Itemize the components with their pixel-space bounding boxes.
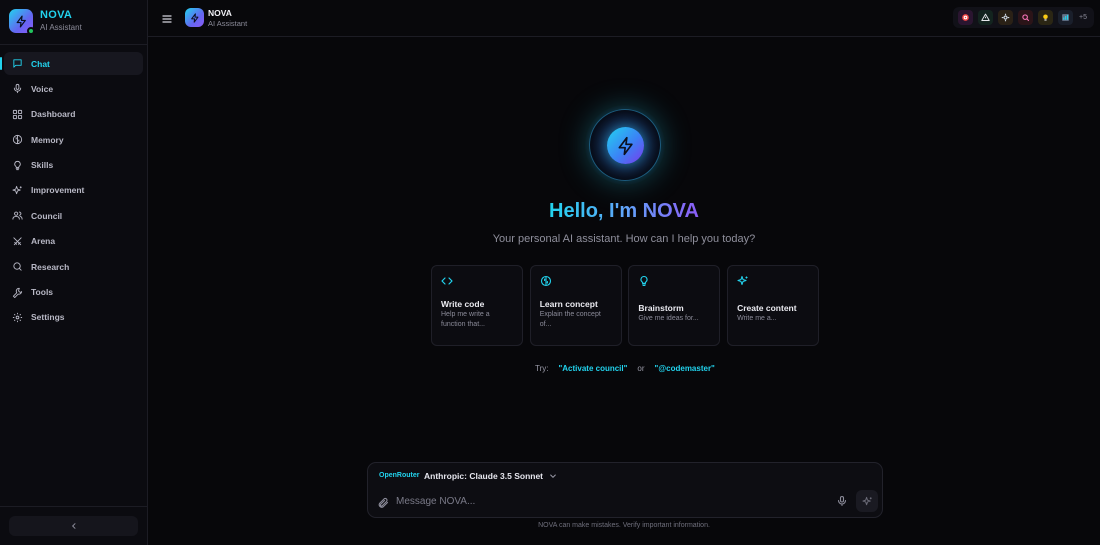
sidebar-item-research[interactable]: Research xyxy=(4,255,143,278)
target-icon[interactable] xyxy=(958,10,974,25)
sidebar-item-label: Council xyxy=(31,210,63,221)
brand[interactable]: NOVA AI Assistant xyxy=(9,9,82,35)
active-agents-bar[interactable]: +5 xyxy=(953,7,1094,28)
sidebar-item-label: Dashboard xyxy=(31,109,76,120)
chart-icon[interactable] xyxy=(1058,10,1074,25)
sidebar-item-label: Skills xyxy=(31,160,54,171)
paperclip-icon xyxy=(378,497,389,508)
greeting-tagline: Your personal AI assistant. How can I he… xyxy=(492,233,756,245)
card-title: Brainstorm xyxy=(638,303,684,313)
search-icon xyxy=(13,262,22,271)
mic-icon xyxy=(837,495,847,507)
suggestion-card-brainstorm[interactable]: Brainstorm Give me ideas for... xyxy=(628,265,721,346)
sidebar-item-settings[interactable]: Settings xyxy=(4,306,143,329)
code-icon xyxy=(441,277,453,285)
try-label: Try: xyxy=(535,364,549,373)
suggestion-card-learn-concept[interactable]: Learn concept Explain the concept of... xyxy=(529,265,622,346)
sidebar-item-label: Chat xyxy=(31,58,50,69)
nova-logo-icon xyxy=(185,8,204,27)
card-description: Give me ideas for... xyxy=(638,315,699,322)
sidebar-item-label: Arena xyxy=(31,236,56,247)
sidebar-item-memory[interactable]: Memory xyxy=(4,128,143,151)
users-icon xyxy=(12,211,23,220)
sidebar-item-tools[interactable]: Tools xyxy=(4,281,143,304)
model-selector[interactable]: Anthropic: Claude 3.5 Sonnet xyxy=(424,471,557,481)
chevron-left-icon xyxy=(71,523,75,529)
sidebar-item-arena[interactable]: Arena xyxy=(4,230,143,253)
swords-icon xyxy=(13,237,22,245)
voice-input-button[interactable] xyxy=(836,494,849,507)
search-icon[interactable] xyxy=(1018,10,1034,25)
brain-icon xyxy=(12,135,23,145)
wrench-icon xyxy=(12,287,23,298)
card-title: Write code xyxy=(441,299,485,309)
disclaimer-text: NOVA can make mistakes. Verify important… xyxy=(538,522,710,529)
message-input[interactable] xyxy=(396,492,826,510)
sidebar-item-label: Improvement xyxy=(31,185,85,196)
attach-button[interactable] xyxy=(377,496,389,508)
sparkles-icon xyxy=(12,185,22,195)
online-status-dot xyxy=(27,27,35,35)
sidebar-item-label: Settings xyxy=(31,312,65,323)
sidebar-item-council[interactable]: Council xyxy=(4,204,143,227)
sidebar-item-label: Memory xyxy=(31,134,64,145)
card-title: Learn concept xyxy=(539,299,598,309)
sidebar-item-improvement[interactable]: Improvement xyxy=(4,179,143,202)
gear-icon xyxy=(12,312,23,322)
provider-badge: OpenRouter xyxy=(379,472,420,479)
brain-icon xyxy=(540,275,551,287)
grid-icon xyxy=(12,109,23,119)
chat-main: Hello, I'm NOVA Your personal AI assista… xyxy=(148,38,1100,545)
chevron-down-icon xyxy=(550,474,556,479)
gear-icon[interactable] xyxy=(998,10,1014,25)
header-title: NOVA xyxy=(208,8,232,18)
brand-subtitle: AI Assistant xyxy=(40,23,82,32)
sidebar-item-label: Voice xyxy=(31,83,54,94)
top-header: NOVA AI Assistant +5 xyxy=(148,0,1100,37)
lightbulb-icon xyxy=(640,275,648,287)
sidebar-nav: Chat Voice Dashboard Memory Skills Impro… xyxy=(0,52,143,331)
try-suggestions: Try: "Activate council" or "@codemaster" xyxy=(535,364,715,373)
sparkles-icon xyxy=(861,496,872,505)
try-or-label: or xyxy=(637,364,645,373)
sidebar-item-voice[interactable]: Voice xyxy=(4,77,143,100)
divider xyxy=(0,506,147,507)
mic-icon xyxy=(13,84,22,94)
try-chip-activate-council[interactable]: "Activate council" xyxy=(558,364,627,373)
message-composer: OpenRouter Anthropic: Claude 3.5 Sonnet xyxy=(367,462,883,518)
greeting-text: Hello, I'm NOVA xyxy=(549,200,699,222)
divider xyxy=(0,44,147,45)
sparkles-icon xyxy=(737,275,748,286)
collapse-sidebar-button[interactable] xyxy=(9,516,138,536)
brand-title: NOVA xyxy=(40,9,73,21)
send-button[interactable] xyxy=(856,490,878,512)
sidebar-item-label: Research xyxy=(31,261,70,272)
menu-button[interactable] xyxy=(161,12,173,24)
model-name: Anthropic: Claude 3.5 Sonnet xyxy=(424,471,544,481)
sidebar-item-label: Tools xyxy=(31,287,54,298)
suggestion-cards: Write code Help me write a function that… xyxy=(431,265,826,346)
alert-icon[interactable] xyxy=(978,10,994,25)
lightbulb-icon xyxy=(14,160,21,170)
header-subtitle: AI Assistant xyxy=(208,19,248,28)
hamburger-icon xyxy=(162,15,172,23)
app-root: NOVA AI Assistant Chat Voice Dashboard M… xyxy=(0,0,1100,545)
card-description: Help me write a function that... xyxy=(441,311,490,328)
sidebar-item-skills[interactable]: Skills xyxy=(4,154,143,177)
nova-logo-icon xyxy=(9,9,35,35)
sidebar: NOVA AI Assistant Chat Voice Dashboard M… xyxy=(0,0,148,545)
try-chip-codemaster[interactable]: "@codemaster" xyxy=(655,364,715,373)
card-description: Explain the concept of... xyxy=(539,311,601,328)
card-description: Write me a... xyxy=(737,315,777,322)
chat-icon xyxy=(13,59,22,68)
card-title: Create content xyxy=(737,303,797,313)
suggestion-card-write-code[interactable]: Write code Help me write a function that… xyxy=(431,265,523,346)
more-agents-count[interactable]: +5 xyxy=(1079,14,1087,21)
sidebar-item-dashboard[interactable]: Dashboard xyxy=(4,103,143,126)
lightbulb-icon[interactable] xyxy=(1038,10,1054,25)
suggestion-card-create-content[interactable]: Create content Write me a... xyxy=(727,265,820,346)
greeting-heading: Hello, I'm NOVA xyxy=(148,200,1100,223)
lightning-icon xyxy=(607,127,644,164)
sidebar-item-chat[interactable]: Chat xyxy=(0,52,143,75)
